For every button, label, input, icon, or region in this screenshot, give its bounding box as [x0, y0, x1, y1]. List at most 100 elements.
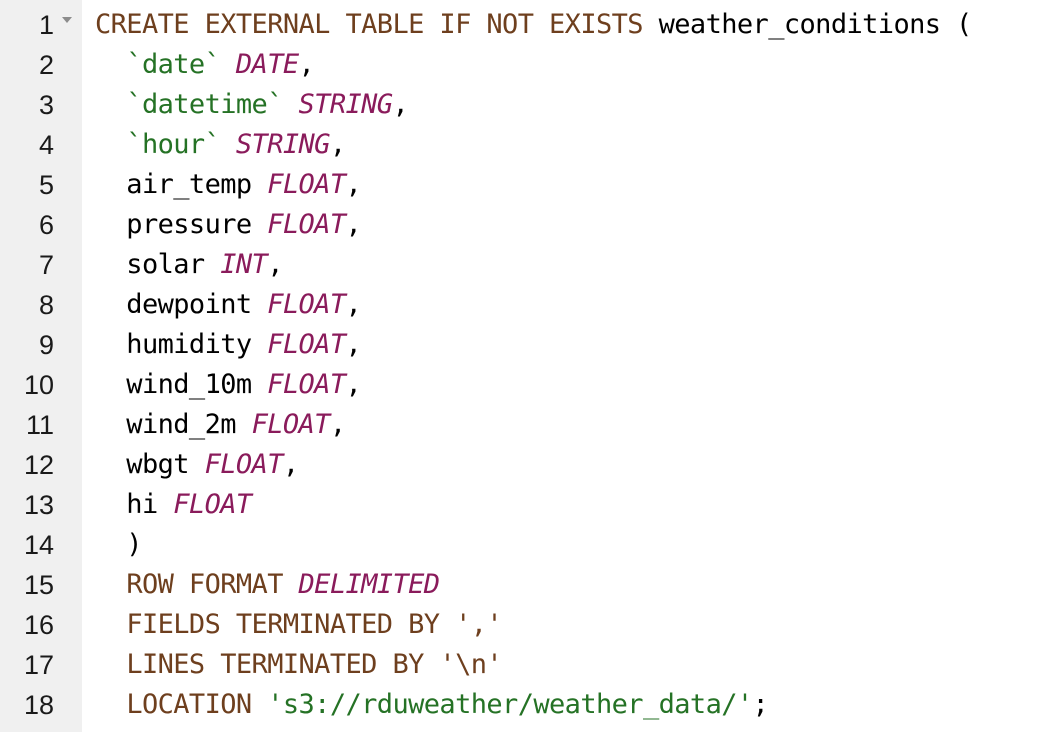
code-token: hi [95, 489, 174, 520]
code-token: air_temp [95, 169, 268, 200]
sql-keyword: LINES TERMINATED BY [126, 649, 424, 680]
code-line[interactable]: 12 wbgt FLOAT, [0, 445, 1058, 485]
code-text: `date` DATE, [95, 45, 314, 85]
code-text: wind_10m FLOAT, [95, 365, 361, 405]
code-text: wbgt FLOAT, [95, 445, 299, 485]
sql-keyword: '\n' [439, 649, 503, 680]
fold-caret-icon[interactable] [62, 17, 72, 23]
sql-type: FLOAT [267, 169, 346, 200]
sql-keyword: ROW FORMAT [126, 569, 283, 600]
code-text: ) [95, 525, 142, 565]
line-number: 12 [23, 450, 54, 480]
code-line[interactable]: 17 LINES TERMINATED BY '\n' [0, 645, 1058, 685]
code-token: , [329, 409, 346, 440]
code-line[interactable]: 15 ROW FORMAT DELIMITED [0, 565, 1058, 605]
code-line[interactable]: 6 pressure FLOAT, [0, 205, 1058, 245]
code-line[interactable]: 18 LOCATION 's3://rduweather/weather_dat… [0, 685, 1058, 725]
code-text: CREATE EXTERNAL TABLE IF NOT EXISTS weat… [95, 5, 972, 45]
sql-type: FLOAT [267, 209, 346, 240]
sql-string: `datetime` [126, 89, 283, 120]
code-token: solar [95, 249, 221, 280]
code-token: weather_conditions ( [642, 9, 973, 40]
code-token: , [345, 329, 362, 360]
sql-keyword: LOCATION [126, 689, 252, 720]
line-number: 11 [25, 410, 54, 440]
code-token: , [329, 129, 346, 160]
code-token: wind_10m [95, 369, 268, 400]
line-number: 1 [38, 10, 54, 40]
sql-type: STRING [235, 129, 331, 160]
code-line[interactable]: 13 hi FLOAT [0, 485, 1058, 525]
code-line[interactable]: 14 ) [0, 525, 1058, 565]
code-text: wind_2m FLOAT, [95, 405, 346, 445]
code-line[interactable]: 9 humidity FLOAT, [0, 325, 1058, 365]
line-number: 13 [23, 490, 54, 520]
line-number: 18 [23, 690, 54, 720]
code-token: ; [752, 689, 769, 720]
code-token: , [298, 49, 315, 80]
line-number: 14 [23, 530, 54, 560]
sql-keyword: CREATE EXTERNAL TABLE IF NOT EXISTS [95, 9, 644, 40]
sql-type: INT [220, 249, 268, 280]
code-text: LOCATION 's3://rduweather/weather_data/'… [95, 685, 768, 725]
code-token: , [392, 89, 409, 120]
sql-type: FLOAT [204, 449, 284, 480]
code-line[interactable]: 11 wind_2m FLOAT, [0, 405, 1058, 445]
code-token: wbgt [95, 449, 205, 480]
code-line[interactable]: 7 solar INT, [0, 245, 1058, 285]
sql-type: DATE [235, 49, 299, 80]
code-line[interactable]: 2 `date` DATE, [0, 45, 1058, 85]
code-text: `hour` STRING, [95, 125, 346, 165]
code-line[interactable]: 10 wind_10m FLOAT, [0, 365, 1058, 405]
code-line[interactable]: 8 dewpoint FLOAT, [0, 285, 1058, 325]
sql-string: `hour` [126, 129, 221, 160]
code-text: dewpoint FLOAT, [95, 285, 361, 325]
sql-type: FLOAT [267, 369, 346, 400]
sql-type: STRING [298, 89, 394, 120]
code-text: air_temp FLOAT, [95, 165, 361, 205]
code-line[interactable]: 4 `hour` STRING, [0, 125, 1058, 165]
line-number: 6 [38, 210, 54, 240]
code-area[interactable]: 1 CREATE EXTERNAL TABLE IF NOT EXISTS wea… [0, 5, 1058, 725]
code-token: , [267, 249, 283, 280]
code-token: , [345, 289, 362, 320]
sql-keyword: ',' [455, 609, 503, 640]
line-number: 7 [38, 250, 54, 280]
line-number: 10 [23, 370, 54, 400]
sql-keyword: FIELDS TERMINATED BY [126, 609, 440, 640]
code-line[interactable]: 16 FIELDS TERMINATED BY ',' [0, 605, 1058, 645]
code-token: , [282, 449, 299, 480]
code-editor[interactable]: 1 CREATE EXTERNAL TABLE IF NOT EXISTS wea… [0, 0, 1058, 732]
code-text: hi FLOAT [95, 485, 252, 525]
line-number: 16 [23, 610, 54, 640]
code-line[interactable]: 3 `datetime` STRING, [0, 85, 1058, 125]
code-text: ROW FORMAT DELIMITED [95, 565, 441, 605]
line-number: 9 [38, 330, 54, 360]
line-number: 5 [38, 170, 54, 200]
code-text: solar INT, [95, 245, 283, 285]
sql-type: FLOAT [267, 289, 346, 320]
code-token: , [345, 209, 362, 240]
sql-type: FLOAT [251, 409, 331, 440]
code-token: , [345, 369, 362, 400]
code-token: humidity [95, 329, 268, 360]
code-line[interactable]: 1 CREATE EXTERNAL TABLE IF NOT EXISTS wea… [0, 5, 1058, 45]
line-number: 3 [38, 90, 54, 120]
sql-type: DELIMITED [298, 569, 441, 600]
code-text: `datetime` STRING, [95, 85, 408, 125]
code-line[interactable]: 5 air_temp FLOAT, [0, 165, 1058, 205]
line-number: 8 [38, 290, 54, 320]
